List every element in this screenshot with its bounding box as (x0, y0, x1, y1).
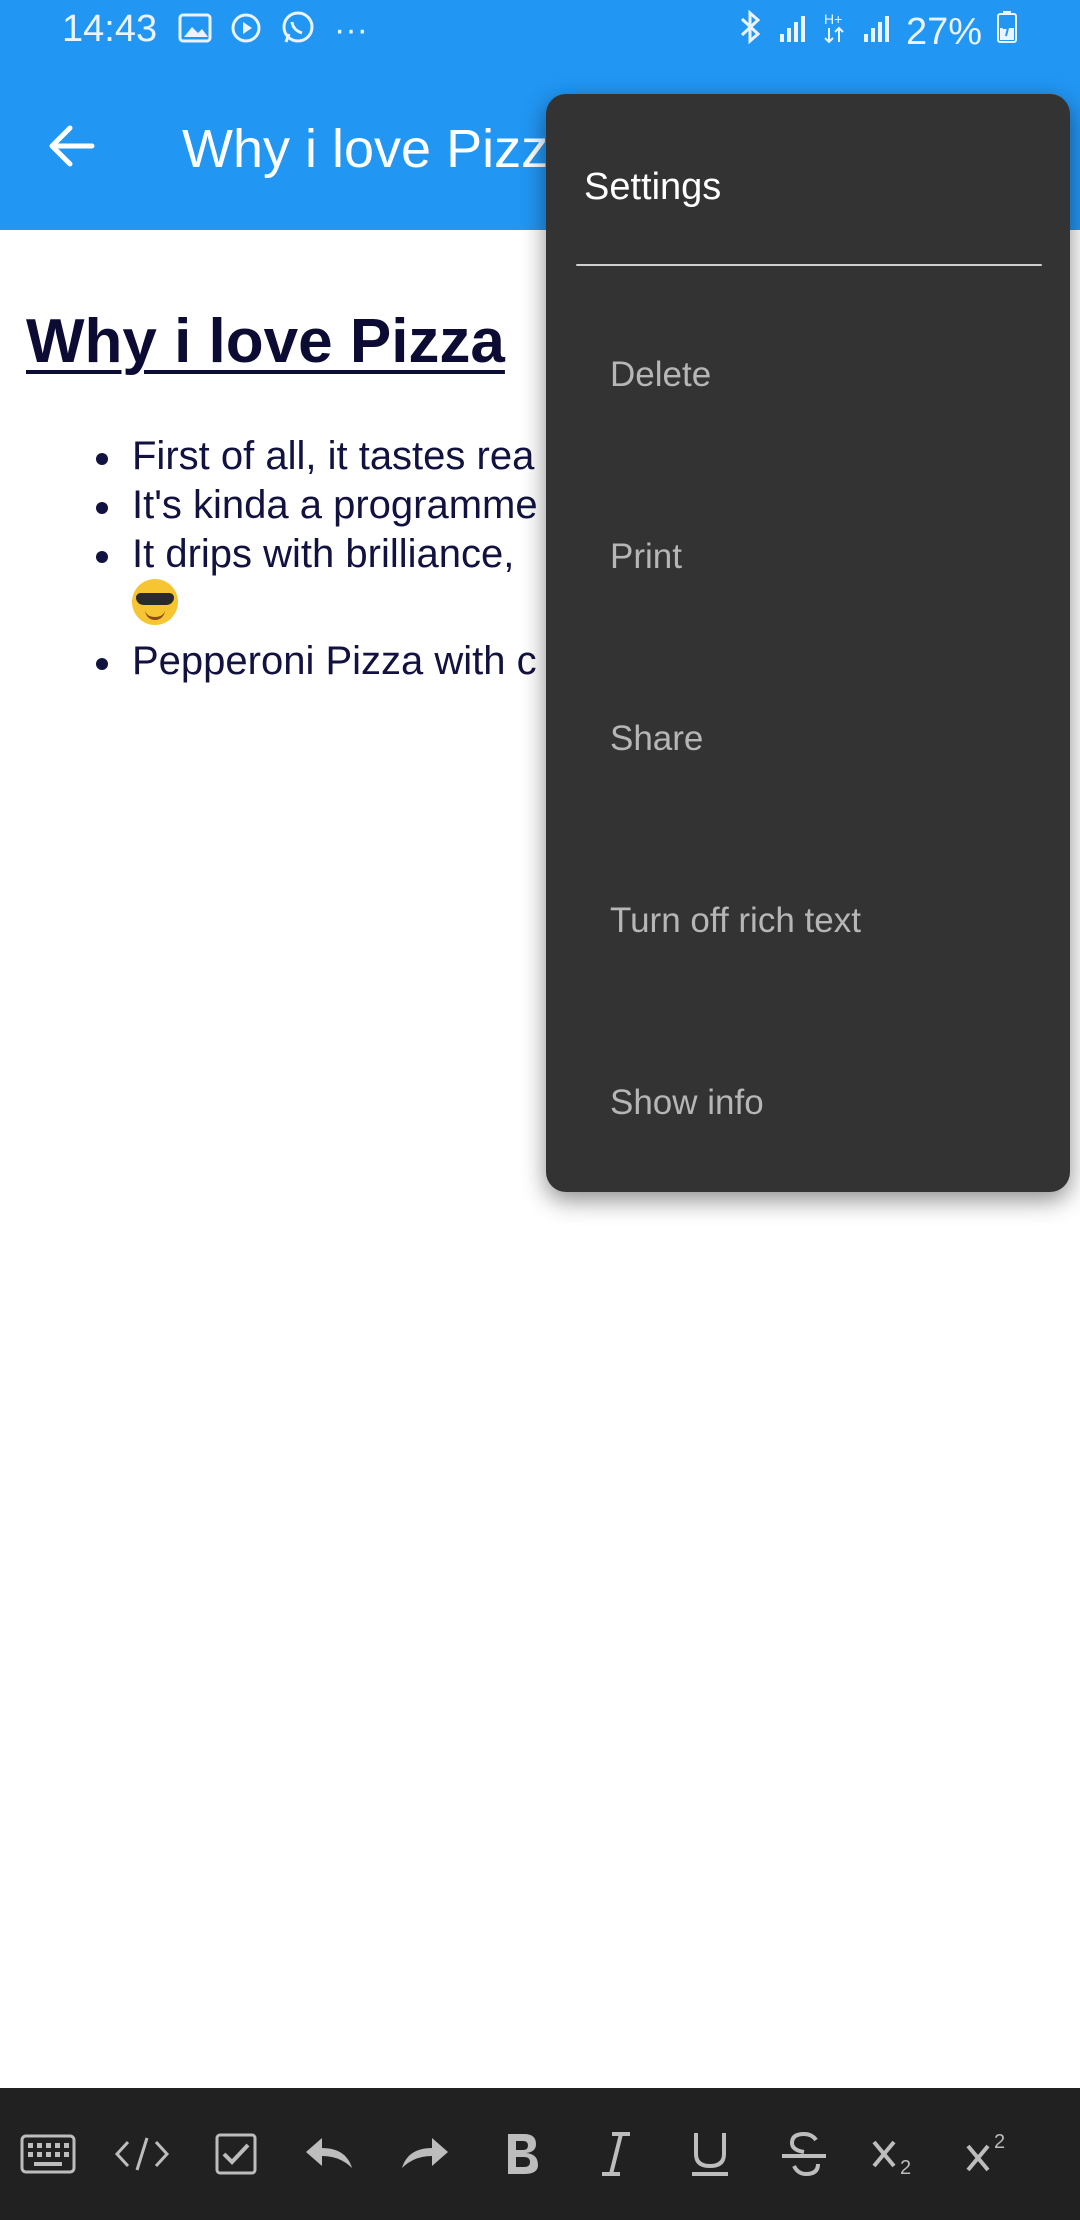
menu-item-label: Show info (610, 1083, 764, 1122)
underline-button[interactable] (674, 2118, 746, 2190)
bluetooth-icon (738, 9, 764, 54)
back-button[interactable] (44, 118, 100, 174)
document-heading[interactable]: Why i love Pizza (26, 306, 505, 377)
svg-text:2: 2 (994, 2131, 1005, 2153)
bold-icon (508, 2134, 538, 2174)
menu-item-label: Delete (610, 355, 712, 394)
status-time: 14:43 (62, 8, 158, 50)
menu-item-print[interactable]: Print (546, 466, 1070, 648)
menu-item-show-info[interactable]: Show info (546, 1012, 1070, 1194)
strikethrough-button[interactable] (768, 2118, 840, 2190)
menu-header: Settings (584, 166, 722, 208)
arrow-back-icon (49, 125, 95, 167)
redo-button[interactable] (388, 2118, 460, 2190)
status-bar: 14:43 ··· H+ 27% (0, 0, 1080, 64)
status-right-icons: H+ 27% (738, 9, 1018, 54)
signal-icon (862, 11, 892, 54)
battery-percent: 27% (905, 10, 982, 53)
subscript-button[interactable]: 2 (862, 2118, 934, 2190)
more-dots-icon: ··· (334, 11, 368, 49)
italic-button[interactable] (580, 2118, 652, 2190)
keyboard-icon (20, 2134, 76, 2174)
bold-button[interactable] (486, 2118, 558, 2190)
formatting-toolbar: 2 2 (0, 2088, 1080, 2220)
data-hplus-icon: H+ (822, 10, 848, 54)
sunglasses-emoji-icon (132, 579, 178, 625)
superscript-button[interactable]: 2 (956, 2118, 1028, 2190)
signal-icon (778, 11, 808, 54)
menu-divider (576, 264, 1042, 266)
play-icon (230, 12, 262, 49)
menu-item-turn-off-rich-text[interactable]: Turn off rich text (546, 830, 1070, 1012)
keyboard-button[interactable] (12, 2118, 84, 2190)
svg-text:H+: H+ (824, 11, 842, 27)
menu-item-share[interactable]: Share (546, 648, 1070, 830)
svg-text:2: 2 (900, 2157, 911, 2178)
undo-icon (306, 2138, 352, 2168)
menu-item-label: Turn off rich text (610, 901, 861, 940)
underline-icon (692, 2133, 728, 2176)
status-left-icons: ··· (178, 10, 368, 51)
battery-icon (996, 10, 1018, 54)
menu-item-label: Print (610, 537, 682, 576)
settings-menu: Settings Delete Print Share Turn off ric… (546, 94, 1070, 1192)
whatsapp-icon (280, 10, 316, 51)
superscript-icon: 2 (966, 2131, 1005, 2172)
menu-item-delete[interactable]: Delete (546, 284, 1070, 466)
redo-icon (402, 2138, 448, 2168)
image-icon (178, 13, 212, 48)
undo-button[interactable] (294, 2118, 366, 2190)
code-icon (114, 2137, 170, 2171)
checkbox-icon (215, 2133, 257, 2175)
strikethrough-icon (782, 2131, 826, 2177)
code-button[interactable] (106, 2118, 178, 2190)
italic-icon (602, 2132, 630, 2176)
menu-item-label: Share (610, 719, 704, 758)
checkbox-button[interactable] (200, 2118, 272, 2190)
page-title: Why i love Pizza (182, 119, 579, 179)
subscript-icon: 2 (872, 2140, 911, 2178)
